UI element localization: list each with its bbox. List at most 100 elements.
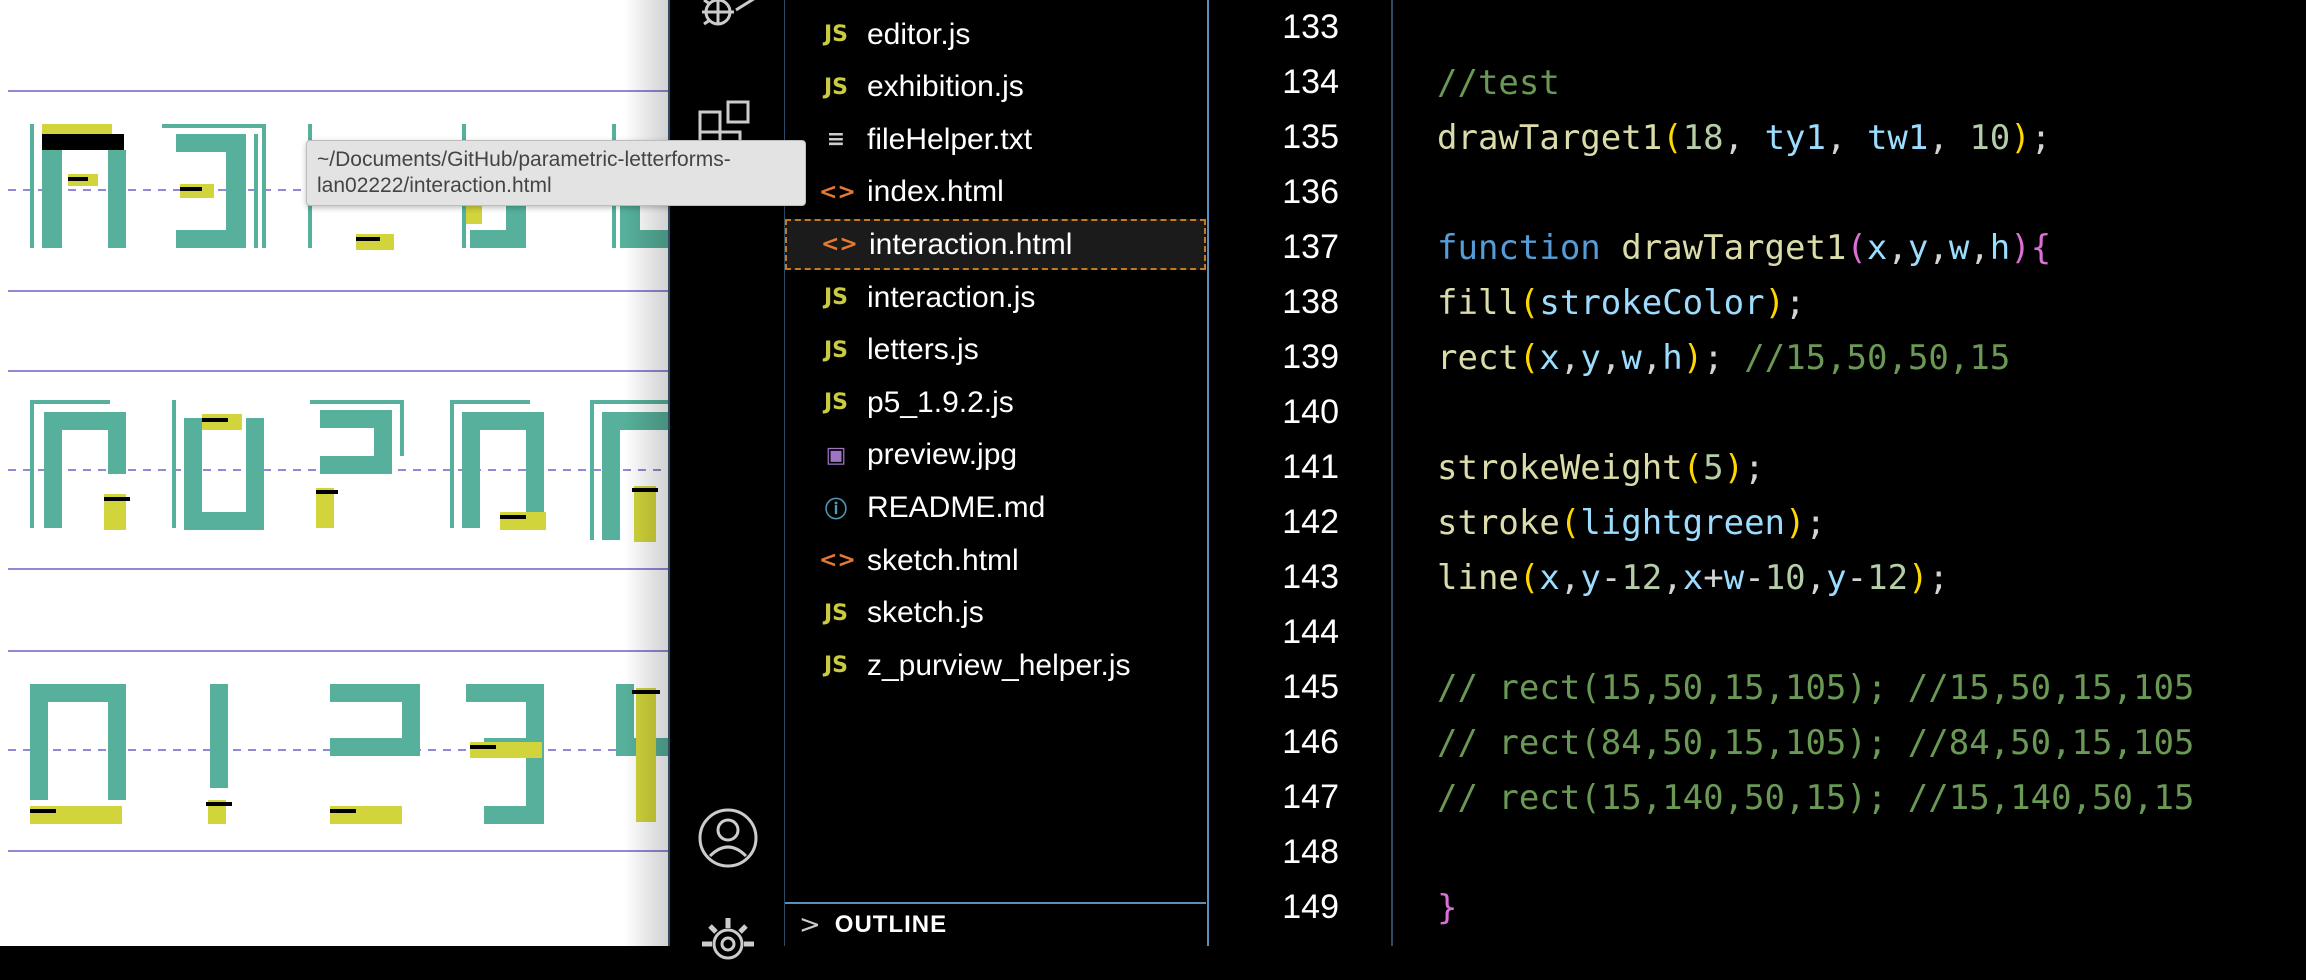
- file-item[interactable]: <> index.html: [785, 167, 1206, 218]
- line-number: 137: [1282, 228, 1339, 266]
- code-token: ): [2010, 228, 2031, 268]
- file-item[interactable]: JS p5_1.9.2.js: [785, 377, 1206, 428]
- code-token: ,: [1559, 558, 1581, 598]
- js-file-icon: JS: [823, 653, 849, 679]
- code-line[interactable]: drawTarget1(18, ty1, tw1, 10);: [1437, 118, 2051, 158]
- code-token: ;: [1744, 448, 1765, 488]
- line-number: 140: [1282, 393, 1339, 431]
- file-item[interactable]: ▣ preview.jpg: [785, 430, 1206, 481]
- code-token: rect: [1437, 338, 1519, 378]
- line-number: 133: [1282, 8, 1339, 46]
- file-item[interactable]: ≡ fileHelper.txt: [785, 114, 1206, 165]
- code-line[interactable]: // rect(15,140,50,15); //15,140,50,15: [1437, 778, 2194, 818]
- code-token: line: [1437, 558, 1519, 598]
- code-token: ;: [1805, 503, 1826, 543]
- code-token: 10: [1764, 558, 1806, 598]
- settings-gear-icon[interactable]: [696, 912, 760, 980]
- code-token: 12: [1621, 558, 1663, 598]
- file-item[interactable]: JS letters.js: [785, 325, 1206, 376]
- code-token: w: [1948, 228, 1970, 268]
- file-name: p5_1.9.2.js: [867, 385, 1014, 419]
- code-token: }: [1437, 888, 1458, 928]
- code-token: y: [1580, 338, 1601, 378]
- code-token: 18: [1682, 118, 1724, 158]
- code-line[interactable]: //test: [1437, 63, 1560, 103]
- code-token: ,: [1825, 118, 1867, 158]
- md-file-icon: ⓘ: [824, 497, 847, 523]
- debug-icon[interactable]: [696, 0, 760, 48]
- code-line[interactable]: fill(strokeColor);: [1437, 283, 1806, 323]
- file-path-tooltip: ~/Documents/GitHub/parametric-letterform…: [306, 140, 806, 206]
- line-number: 149: [1282, 888, 1339, 926]
- code-line[interactable]: function drawTarget1(x,y,w,h){: [1437, 228, 2051, 268]
- code-token: ,: [1969, 228, 1990, 268]
- file-name: sketch.js: [867, 596, 984, 630]
- code-line[interactable]: }: [1437, 888, 1457, 928]
- line-number: 142: [1282, 503, 1339, 541]
- code-token: -: [1744, 558, 1765, 598]
- code-token: x: [1682, 558, 1704, 598]
- code-editor[interactable]: //test drawTarget1(18, ty1, tw1, 10); func…: [1393, 0, 2306, 946]
- code-line[interactable]: // rect(84,50,15,105); //84,50,15,105: [1437, 723, 2194, 763]
- code-token: (: [1559, 503, 1581, 543]
- file-item[interactable]: JS sketch.js: [785, 588, 1206, 639]
- code-token: x: [1539, 338, 1560, 378]
- code-token: y: [1580, 558, 1601, 598]
- code-token: ): [2010, 118, 2031, 158]
- code-line[interactable]: // rect(15,50,15,105); //15,50,15,105: [1437, 668, 2194, 708]
- code-token: ,: [1600, 338, 1622, 378]
- file-item[interactable]: ⓘ README.md: [785, 482, 1206, 533]
- code-token: {: [2030, 228, 2052, 268]
- code-token: stroke: [1437, 503, 1560, 543]
- js-file-icon: JS: [823, 337, 849, 363]
- file-item[interactable]: <> sketch.html: [785, 535, 1206, 586]
- code-token: ): [1785, 503, 1806, 543]
- code-token: 10: [1969, 118, 2011, 158]
- file-item[interactable]: <> interaction.html: [785, 219, 1206, 271]
- line-number: 139: [1282, 338, 1339, 376]
- account-icon[interactable]: [696, 806, 760, 874]
- code-token: (: [1846, 228, 1867, 268]
- outline-label: OUTLINE: [834, 911, 948, 938]
- outline-section-header[interactable]: > OUTLINE: [785, 902, 1206, 946]
- file-name: README.md: [867, 490, 1046, 524]
- line-number: 146: [1282, 723, 1339, 761]
- code-token: (: [1662, 118, 1683, 158]
- file-item[interactable]: JS editor.js: [785, 9, 1206, 60]
- code-token: w: [1621, 338, 1642, 378]
- letter-glyph-row-2: [30, 400, 668, 542]
- file-name: interaction.html: [869, 227, 1073, 261]
- line-number: 144: [1282, 613, 1339, 651]
- file-name: index.html: [867, 175, 1004, 209]
- code-token: 12: [1867, 558, 1909, 598]
- code-token: (: [1518, 283, 1540, 323]
- code-token: strokeColor: [1539, 283, 1765, 323]
- code-token: drawTarget1: [1621, 228, 1847, 268]
- file-item[interactable]: JS interaction.js: [785, 272, 1206, 323]
- code-token: ,: [1641, 338, 1663, 378]
- line-number: 136: [1282, 173, 1339, 211]
- js-file-icon: JS: [823, 22, 849, 47]
- code-token: ,: [1662, 558, 1683, 598]
- code-line[interactable]: line(x,y-12,x+w-10,y-12);: [1437, 558, 1949, 598]
- code-token: // rect(15,50,15,105); //15,50,15,105: [1437, 668, 2195, 708]
- file-explorer: JS editor.js JS exhibition.js ≡ fileHelper.tx…: [784, 0, 1209, 946]
- js-file-icon: JS: [823, 600, 849, 626]
- line-number: 147: [1282, 778, 1339, 816]
- code-line[interactable]: stroke(lightgreen);: [1437, 503, 1826, 543]
- line-number: 143: [1282, 558, 1339, 596]
- file-item[interactable]: JS z_purview_helper.js: [785, 640, 1206, 691]
- code-token: ;: [1703, 338, 1745, 378]
- file-item[interactable]: JS exhibition.js: [785, 62, 1206, 113]
- code-token: 5: [1703, 448, 1724, 488]
- code-line[interactable]: strokeWeight(5);: [1437, 448, 1765, 488]
- code-token: ;: [1928, 558, 1950, 598]
- code-token: fill: [1437, 283, 1519, 323]
- code-line[interactable]: rect(x,y,w,h); //15,50,50,15: [1437, 338, 2010, 378]
- code-token: ,: [1887, 228, 1908, 268]
- code-token: -: [1600, 558, 1622, 598]
- code-token: y: [1826, 558, 1847, 598]
- code-token: ): [1723, 448, 1745, 488]
- code-token: w: [1723, 558, 1745, 598]
- line-number: 138: [1282, 283, 1339, 321]
